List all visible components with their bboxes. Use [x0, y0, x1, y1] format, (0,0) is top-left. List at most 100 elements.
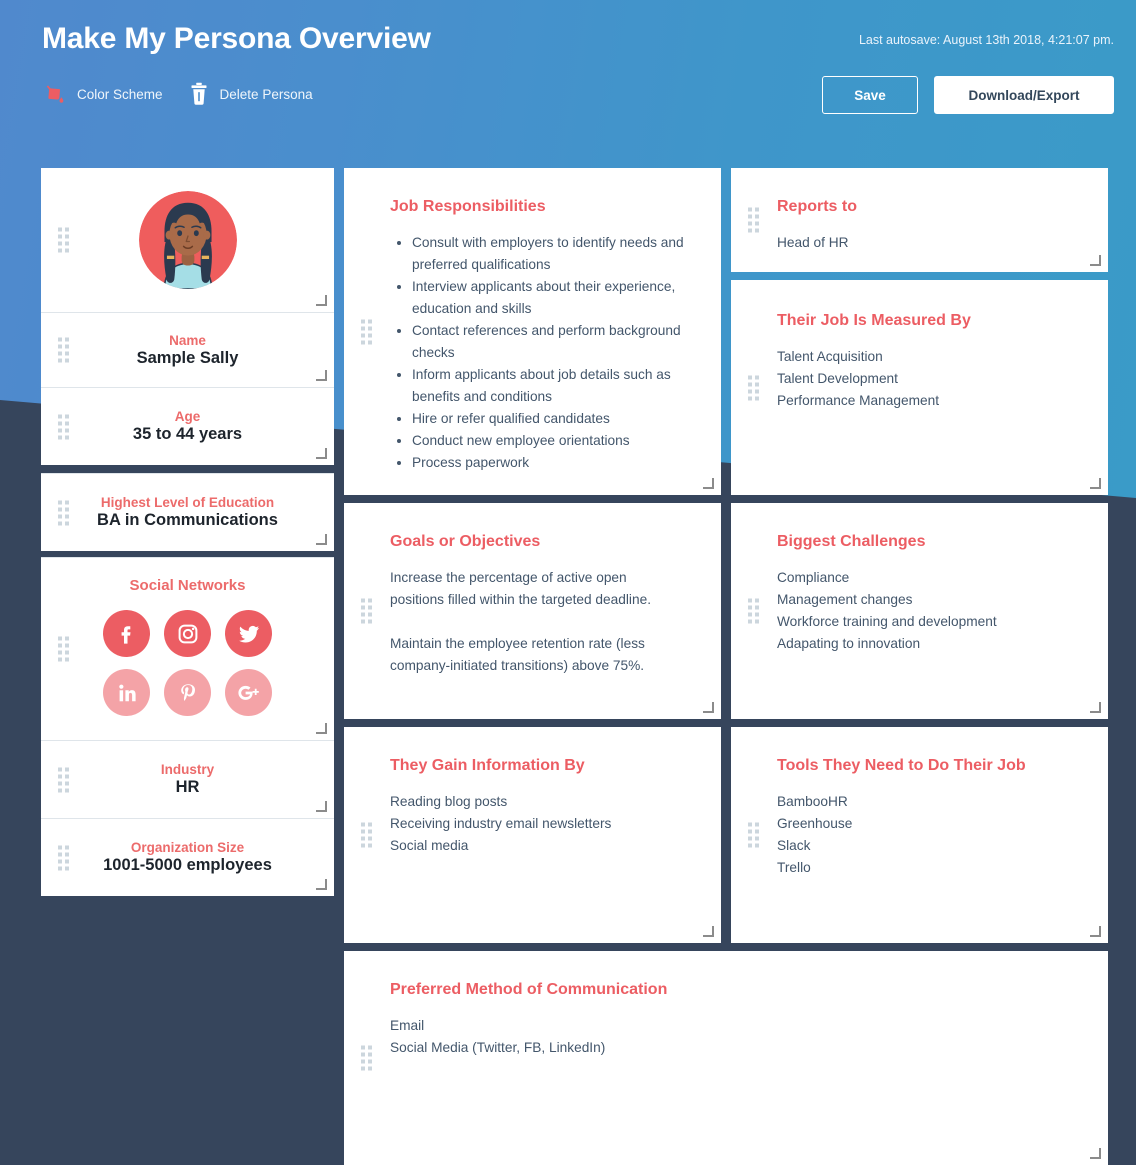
- card-title: Tools They Need to Do Their Job: [777, 757, 1026, 774]
- drag-handle-icon[interactable]: [361, 319, 372, 344]
- resize-handle-icon[interactable]: [316, 879, 327, 890]
- card-preferred-method-of-communication[interactable]: Preferred Method of Communication Email …: [344, 951, 1108, 1165]
- list-item[interactable]: Conduct new employee orientations: [412, 430, 690, 452]
- card-avatar[interactable]: [41, 168, 334, 312]
- social-icon-google-plus[interactable]: [225, 669, 272, 716]
- list-item[interactable]: Consult with employers to identify needs…: [412, 232, 690, 276]
- card-title: They Gain Information By: [390, 757, 585, 774]
- list-item[interactable]: Email: [390, 1015, 1108, 1037]
- card-organization-size[interactable]: Organization Size 1001-5000 employees: [41, 818, 334, 896]
- card-industry[interactable]: Industry HR: [41, 740, 334, 818]
- resize-handle-icon[interactable]: [316, 370, 327, 381]
- social-icon-linkedin[interactable]: [103, 669, 150, 716]
- resize-handle-icon[interactable]: [1090, 1148, 1101, 1159]
- list-item[interactable]: Performance Management: [777, 390, 1108, 412]
- card-title: Preferred Method of Communication: [390, 981, 668, 998]
- social-icon-twitter[interactable]: [225, 610, 272, 657]
- drag-handle-icon[interactable]: [748, 207, 759, 233]
- drag-handle-icon[interactable]: [58, 227, 69, 253]
- list-item[interactable]: Talent Acquisition: [777, 346, 1108, 368]
- social-icon-facebook[interactable]: [103, 610, 150, 657]
- list-item[interactable]: Social Media (Twitter, FB, LinkedIn): [390, 1037, 1108, 1059]
- resize-handle-icon[interactable]: [703, 478, 714, 489]
- resize-handle-icon[interactable]: [1090, 702, 1101, 713]
- card-biggest-challenges[interactable]: Biggest Challenges Compliance Management…: [731, 503, 1108, 719]
- social-icon-instagram[interactable]: [164, 610, 211, 657]
- drag-handle-icon[interactable]: [748, 822, 759, 848]
- list-item[interactable]: Trello: [777, 857, 1108, 879]
- drag-handle-icon[interactable]: [58, 500, 69, 525]
- list-item[interactable]: Inform applicants about job details such…: [412, 364, 690, 408]
- list-item[interactable]: Social media: [390, 835, 721, 857]
- list-item[interactable]: Interview applicants about their experie…: [412, 276, 690, 320]
- drag-handle-icon[interactable]: [748, 375, 759, 400]
- list-item[interactable]: Management changes: [777, 589, 1108, 611]
- card-job-responsibilities[interactable]: Job Responsibilities Consult with employ…: [344, 168, 721, 495]
- card-tools-they-need[interactable]: Tools They Need to Do Their Job BambooHR…: [731, 727, 1108, 943]
- drag-handle-icon[interactable]: [361, 1045, 372, 1071]
- card-title: Their Job Is Measured By: [777, 312, 971, 329]
- field-label-organization-size: Organization Size: [130, 840, 245, 855]
- list-item[interactable]: Compliance: [777, 567, 1108, 589]
- field-value-industry[interactable]: HR: [176, 778, 200, 797]
- card-goals-or-objectives[interactable]: Goals or Objectives Increase the percent…: [344, 503, 721, 719]
- card-age[interactable]: Age 35 to 44 years: [41, 387, 334, 465]
- drag-handle-icon[interactable]: [58, 845, 69, 870]
- field-label-name: Name: [169, 332, 206, 348]
- resize-handle-icon[interactable]: [1090, 926, 1101, 937]
- resize-handle-icon[interactable]: [703, 702, 714, 713]
- google-plus-icon: [237, 685, 259, 700]
- list-item[interactable]: Workforce training and development: [777, 611, 1108, 633]
- resize-handle-icon[interactable]: [703, 926, 714, 937]
- twitter-icon: [238, 625, 259, 642]
- resize-handle-icon[interactable]: [1090, 255, 1101, 266]
- card-they-gain-information-by[interactable]: They Gain Information By Reading blog po…: [344, 727, 721, 943]
- card-title: Goals or Objectives: [390, 533, 541, 550]
- drag-handle-icon[interactable]: [361, 822, 372, 848]
- field-value-name[interactable]: Sample Sally: [137, 349, 239, 368]
- list-item[interactable]: Talent Development: [777, 368, 1108, 390]
- field-value-organization-size[interactable]: 1001-5000 employees: [103, 856, 272, 875]
- list-item[interactable]: Greenhouse: [777, 813, 1108, 835]
- field-value-education[interactable]: BA in Communications: [97, 511, 278, 530]
- list-item[interactable]: Hire or refer qualified candidates: [412, 408, 690, 430]
- list-item[interactable]: Reading blog posts: [390, 791, 721, 813]
- list-item[interactable]: BambooHR: [777, 791, 1108, 813]
- card-education[interactable]: Highest Level of Education BA in Communi…: [41, 473, 334, 551]
- card-social-networks[interactable]: Social Networks: [41, 557, 334, 740]
- field-label-education: Highest Level of Education: [100, 495, 275, 510]
- card-their-job-is-measured-by[interactable]: Their Job Is Measured By Talent Acquisit…: [731, 280, 1108, 495]
- drag-handle-icon[interactable]: [58, 337, 69, 363]
- paragraph[interactable]: Increase the percentage of active open p…: [390, 567, 682, 611]
- card-title: Reports to: [777, 198, 857, 215]
- resize-handle-icon[interactable]: [316, 534, 327, 545]
- social-networks-title: Social Networks: [129, 577, 246, 594]
- field-value-age[interactable]: 35 to 44 years: [133, 425, 242, 444]
- list-item[interactable]: Head of HR: [777, 232, 1108, 254]
- resize-handle-icon[interactable]: [316, 448, 327, 459]
- linkedin-icon: [118, 684, 136, 701]
- paragraph[interactable]: Maintain the employee retention rate (le…: [390, 633, 682, 677]
- pinterest-icon: [180, 683, 195, 701]
- avatar: [41, 168, 334, 312]
- card-name[interactable]: Name Sample Sally: [41, 312, 334, 387]
- list-item[interactable]: Adapating to innovation: [777, 633, 1108, 655]
- card-reports-to[interactable]: Reports to Head of HR: [731, 168, 1108, 272]
- drag-handle-icon[interactable]: [58, 767, 69, 792]
- list-item[interactable]: Contact references and perform backgroun…: [412, 320, 690, 364]
- card-title: Job Responsibilities: [390, 198, 546, 215]
- list-item[interactable]: Process paperwork: [412, 452, 690, 474]
- list-item[interactable]: Receiving industry email newsletters: [390, 813, 721, 835]
- resize-handle-icon[interactable]: [316, 723, 327, 734]
- resize-handle-icon[interactable]: [316, 295, 327, 306]
- drag-handle-icon[interactable]: [58, 636, 69, 662]
- social-network-list: [96, 610, 279, 716]
- drag-handle-icon[interactable]: [361, 598, 372, 624]
- resize-handle-icon[interactable]: [316, 801, 327, 812]
- social-icon-pinterest[interactable]: [164, 669, 211, 716]
- drag-handle-icon[interactable]: [748, 598, 759, 624]
- list-item[interactable]: Slack: [777, 835, 1108, 857]
- drag-handle-icon[interactable]: [58, 414, 69, 439]
- resize-handle-icon[interactable]: [1090, 478, 1101, 489]
- job-responsibilities-list: Consult with employers to identify needs…: [390, 232, 690, 474]
